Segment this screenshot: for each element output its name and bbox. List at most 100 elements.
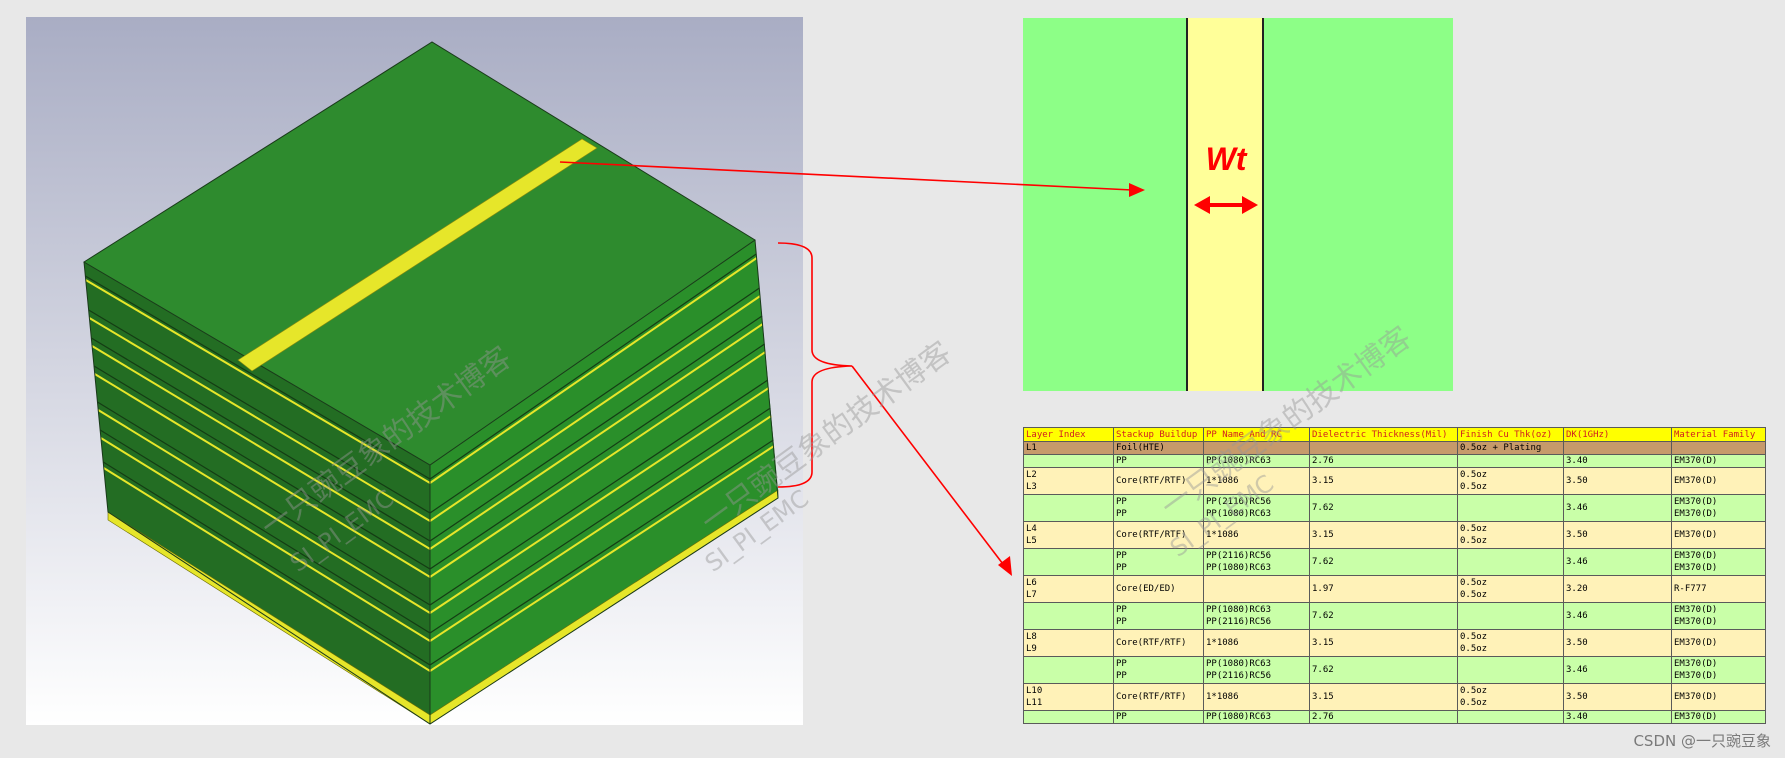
cell-text: L3 [1026, 482, 1037, 492]
cell-text: 3.40 [1566, 456, 1588, 466]
table-row: L6 L7 Core(ED/ED) 1.97 0.5oz 0.5oz 3.20 R-F777 [1023, 575, 1766, 603]
cell-dk: 3.46 [1563, 656, 1672, 684]
cell-text: 3.50 [1566, 638, 1588, 648]
cell-text: PP(2116)RC56 [1206, 551, 1272, 561]
cell-thickness: 7.62 [1309, 548, 1458, 576]
cell-layer: L6 L7 [1023, 575, 1114, 603]
cell-text: PP [1116, 617, 1127, 627]
cell-text: 7.62 [1312, 557, 1334, 567]
cell-text: PP(1080)RC63 [1206, 563, 1272, 573]
cell-text: L4 [1026, 524, 1037, 534]
cell-text: EM370(D) [1674, 509, 1718, 519]
cell-layer: L10 L11 [1023, 683, 1114, 711]
cell-text: EM370(D) [1674, 617, 1718, 627]
cell-text: 3.15 [1312, 692, 1334, 702]
cell-text: EM370(D) [1674, 671, 1718, 681]
header-stackup-buildup: Stackup Buildup [1113, 427, 1204, 442]
cell-layer [1023, 602, 1114, 630]
cell-layer: L8 L9 [1023, 629, 1114, 657]
cell-thickness: 1.97 [1309, 575, 1458, 603]
cell-text: PP [1116, 563, 1127, 573]
cell-text: 3.20 [1566, 584, 1588, 594]
cell-text: PP(1080)RC63 [1206, 659, 1272, 669]
cell-buildup: PP PP [1113, 656, 1204, 684]
cell-cu: 0.5oz 0.5oz [1457, 629, 1564, 657]
header-dk: DK(1GHz) [1563, 427, 1672, 442]
cell-cu [1457, 710, 1564, 724]
cell-thickness: 2.76 [1309, 710, 1458, 724]
table-row: PP PP(1080)RC63 2.76 3.40 EM370(D) [1023, 710, 1766, 724]
cell-text: PP [1116, 712, 1127, 722]
cell-text: L5 [1026, 536, 1037, 546]
cell-text: 3.15 [1312, 638, 1334, 648]
cell-thickness [1309, 441, 1458, 455]
cell-pp: PP(1080)RC63 [1203, 710, 1310, 724]
cell-text: L10 [1026, 686, 1043, 696]
cell-text: 7.62 [1312, 503, 1334, 513]
cell-family: EM370(D) EM370(D) [1671, 656, 1766, 684]
table-row: L2 L3 Core(RTF/RTF) 1*1086 3.15 0.5oz 0.5oz 3.5… [1023, 467, 1766, 495]
cell-text: 0.5oz [1460, 524, 1488, 534]
cell-text: 0.5oz [1460, 644, 1488, 654]
cell-dk: 3.50 [1563, 629, 1672, 657]
cell-text: L7 [1026, 590, 1037, 600]
cell-family: R-F777 [1671, 575, 1766, 603]
table-row: PP PP PP(1080)RC63 PP(2116)RC56 7.62 3.46 EM37… [1023, 602, 1766, 630]
cell-dk: 3.50 [1563, 521, 1672, 549]
cell-text: PP(2116)RC56 [1206, 617, 1272, 627]
cell-text: L2 [1026, 470, 1037, 480]
cell-layer [1023, 710, 1114, 724]
cell-text: R-F777 [1674, 584, 1707, 594]
table-row: PP PP PP(2116)RC56 PP(1080)RC63 7.62 3.46 EM37… [1023, 548, 1766, 576]
cell-cu [1457, 494, 1564, 522]
cell-text: Foil(HTE) [1116, 443, 1165, 453]
cell-text: L8 [1026, 632, 1037, 642]
cell-pp: 1*1086 [1203, 629, 1310, 657]
cell-buildup: PP PP [1113, 602, 1204, 630]
cell-text: PP [1116, 671, 1127, 681]
cell-dk: 3.50 [1563, 467, 1672, 495]
cell-text: 3.50 [1566, 530, 1588, 540]
cell-cu [1457, 548, 1564, 576]
cell-cu: 0.5oz + Plating [1457, 441, 1564, 455]
cell-thickness: 7.62 [1309, 602, 1458, 630]
stackup-table: Layer Index Stackup Buildup PP Name And … [1023, 427, 1766, 724]
cell-layer: L1 [1023, 441, 1114, 455]
cell-dk: 3.46 [1563, 602, 1672, 630]
cell-text: 1*1086 [1206, 638, 1239, 648]
cell-buildup: Foil(HTE) [1113, 441, 1204, 455]
cell-text: PP [1116, 659, 1127, 669]
cell-cu: 0.5oz 0.5oz [1457, 575, 1564, 603]
cell-cu [1457, 602, 1564, 630]
cell-layer [1023, 454, 1114, 468]
cell-text: EM370(D) [1674, 530, 1718, 540]
cell-thickness: 3.15 [1309, 521, 1458, 549]
cell-text: 3.46 [1566, 503, 1588, 513]
cell-thickness: 7.62 [1309, 494, 1458, 522]
cell-thickness: 3.15 [1309, 683, 1458, 711]
cell-text: 3.50 [1566, 692, 1588, 702]
cell-thickness: 7.62 [1309, 656, 1458, 684]
cell-text: Core(ED/ED) [1116, 584, 1176, 594]
cell-text: EM370(D) [1674, 692, 1718, 702]
cell-text: L11 [1026, 698, 1043, 708]
cell-text: 0.5oz [1460, 482, 1488, 492]
header-material-family: Material Family [1671, 427, 1766, 442]
cell-text: 0.5oz [1460, 632, 1488, 642]
cell-dk: 3.46 [1563, 548, 1672, 576]
header-finish-cu: Finish Cu Thk(oz) [1457, 427, 1564, 442]
header-dielectric-thickness: Dielectric Thickness(Mil) [1309, 427, 1458, 442]
cell-family [1671, 441, 1766, 455]
cell-text: EM370(D) [1674, 659, 1718, 669]
cell-text: PP(2116)RC56 [1206, 671, 1272, 681]
cell-family: EM370(D) [1671, 521, 1766, 549]
cell-text: L1 [1026, 443, 1037, 453]
cell-text: 0.5oz [1460, 470, 1488, 480]
cell-dk: 3.20 [1563, 575, 1672, 603]
header-layer-index: Layer Index [1023, 427, 1114, 442]
table-row: PP PP PP(1080)RC63 PP(2116)RC56 7.62 3.46 EM37… [1023, 656, 1766, 684]
cell-text: 3.40 [1566, 712, 1588, 722]
cell-text: EM370(D) [1674, 638, 1718, 648]
cell-family: EM370(D) [1671, 629, 1766, 657]
cell-text: 3.15 [1312, 530, 1334, 540]
